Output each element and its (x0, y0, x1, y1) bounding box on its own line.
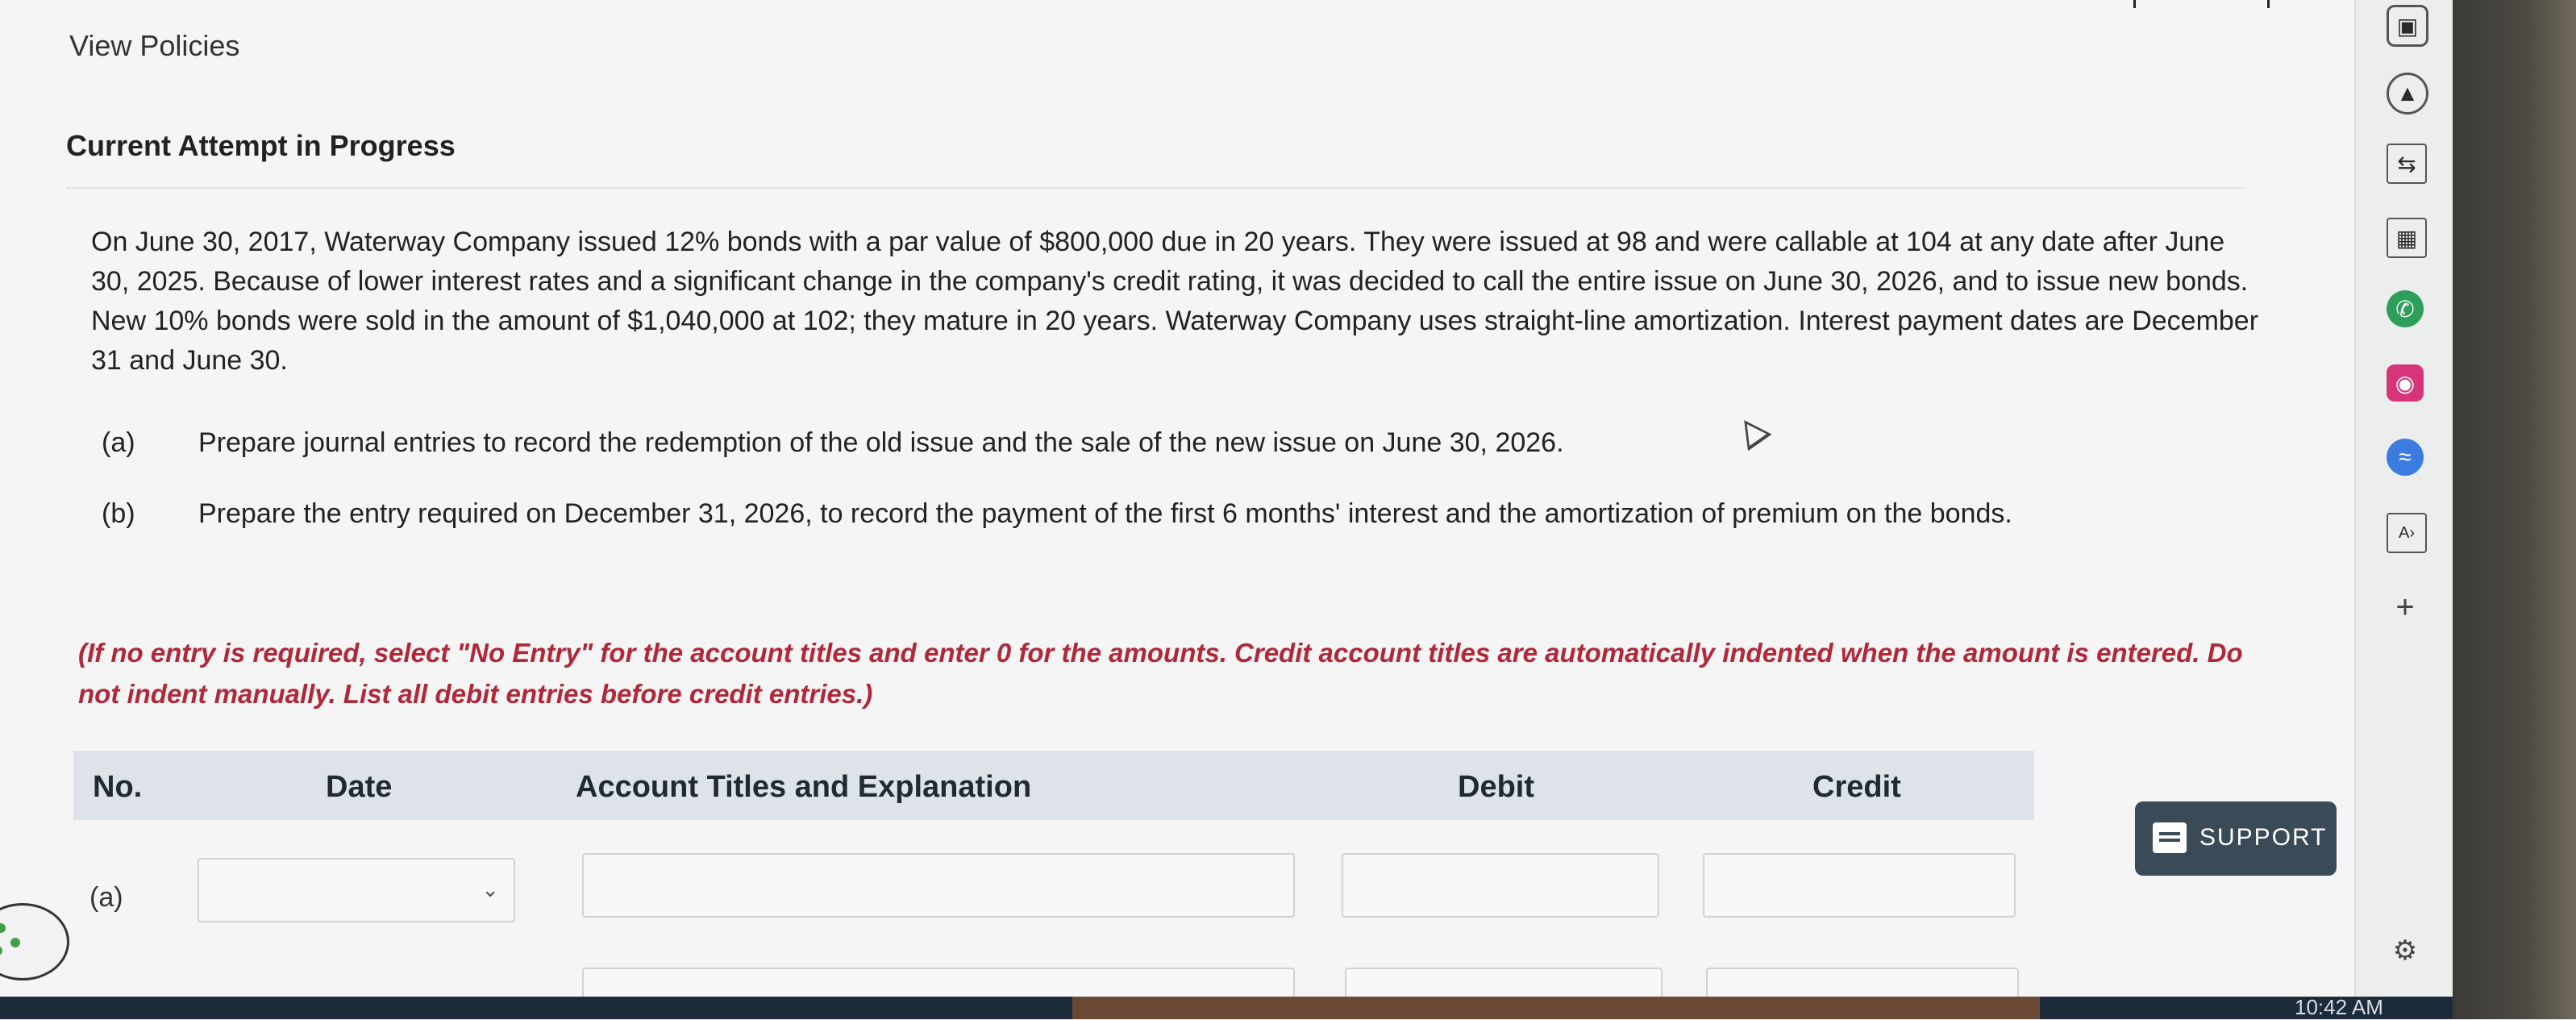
col-debit: Debit (1458, 770, 1534, 804)
assignment-page: View Policies Current Attempt in Progres… (0, 0, 2354, 1019)
whatsapp-icon[interactable]: ✆ (2387, 290, 2424, 327)
journal-table-header: No. Date Account Titles and Explanation … (73, 751, 2034, 820)
col-no: No. (93, 770, 143, 804)
add-icon[interactable]: + (2387, 589, 2424, 626)
date-select[interactable]: ⌄ (198, 858, 515, 922)
question-label: (b) (102, 498, 135, 529)
col-credit: Credit (1812, 770, 1901, 804)
instagram-icon[interactable]: ◉ (2387, 364, 2424, 402)
problem-statement: On June 30, 2017, Waterway Company issue… (91, 227, 2259, 376)
taskbar (0, 997, 2453, 1019)
taskbar-window-strip (1072, 997, 2040, 1019)
chat-icon (2153, 822, 2187, 853)
messenger-icon[interactable]: ≈ (2387, 439, 2424, 476)
text-translate-icon[interactable]: A› (2387, 513, 2427, 553)
question-text: Prepare journal entries to record the re… (198, 427, 1564, 458)
support-label: SUPPORT (2199, 824, 2328, 851)
chevron-down-icon: ⌄ (481, 877, 499, 901)
translate-icon[interactable]: ⇆ (2387, 144, 2427, 184)
gear-icon[interactable]: ⚙ (2387, 932, 2424, 969)
col-account: Account Titles and Explanation (576, 770, 1032, 804)
shield-icon[interactable]: ▲ (2387, 73, 2428, 114)
debit-input[interactable] (1342, 853, 1659, 918)
extension-blob-icon[interactable] (0, 903, 69, 980)
taskbar-clock: 10:42 AM (2295, 995, 2383, 1019)
entry-instructions: (If no entry is required, select "No Ent… (78, 638, 2243, 709)
mouse-cursor-icon (1732, 411, 1772, 452)
top-edge-marks (2129, 0, 2274, 8)
calendar-icon[interactable]: ▦ (2387, 218, 2427, 258)
account-title-input[interactable] (582, 853, 1295, 918)
question-label: (a) (102, 427, 135, 458)
question-text: Prepare the entry required on December 3… (198, 498, 2012, 529)
credit-input[interactable] (1703, 853, 2016, 918)
screen-bezel (2453, 0, 2576, 1019)
support-button[interactable]: SUPPORT (2135, 801, 2337, 876)
view-policies-link[interactable]: View Policies (69, 29, 239, 63)
attempt-title: Current Attempt in Progress (66, 129, 456, 162)
divider (66, 187, 2243, 189)
row-number: (a) (89, 882, 123, 913)
col-date: Date (326, 770, 393, 804)
browser-sidebar: ▣ ▲ ⇆ ▦ ✆ ◉ ≈ A› + ⚙ (2354, 0, 2454, 1019)
cube-icon[interactable]: ▣ (2387, 5, 2428, 47)
